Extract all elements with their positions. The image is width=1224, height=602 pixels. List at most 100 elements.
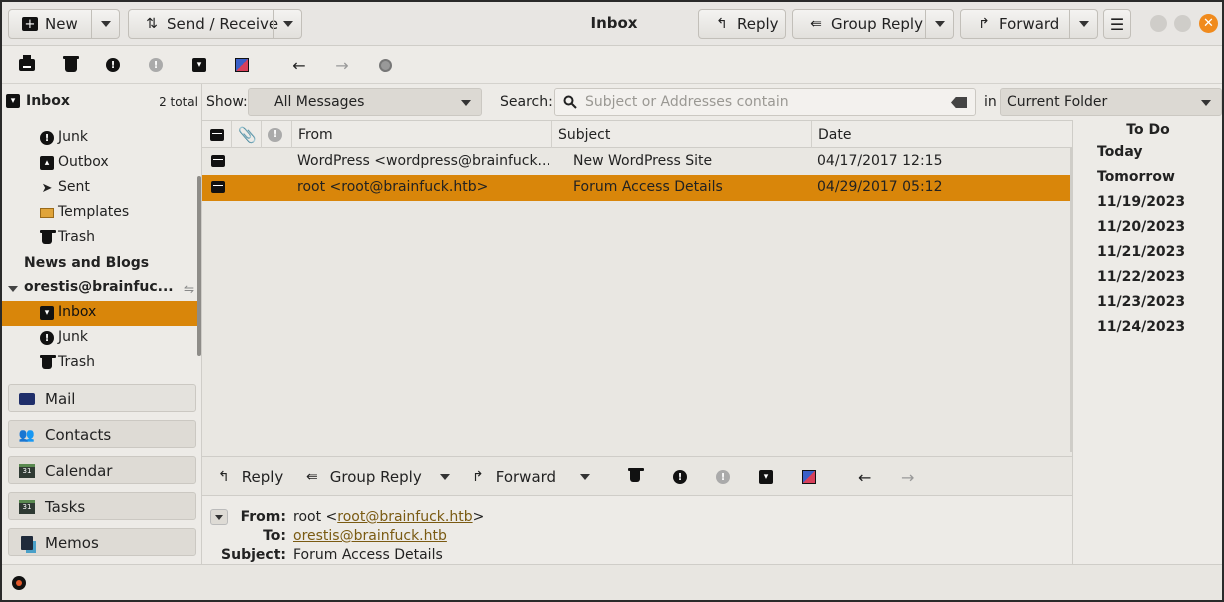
sidebar-item-outbox[interactable]: ▴ Outbox bbox=[2, 151, 200, 176]
mark-not-junk-button[interactable]: ! bbox=[147, 56, 165, 74]
sidebar-item-templates[interactable]: Templates bbox=[2, 201, 200, 226]
preview-next-button[interactable]: → bbox=[901, 468, 914, 487]
status-bar bbox=[2, 564, 1222, 600]
chevron-down-icon[interactable] bbox=[6, 282, 20, 296]
todo-item[interactable]: 11/24/2023 bbox=[1097, 319, 1185, 335]
preview-previous-button[interactable]: ← bbox=[858, 468, 871, 487]
print-button[interactable] bbox=[18, 55, 36, 74]
sidebar-item-account-inbox[interactable]: ▾ Inbox bbox=[2, 301, 200, 326]
minimize-button[interactable] bbox=[1150, 15, 1167, 32]
switcher-mail[interactable]: Mail bbox=[8, 384, 196, 412]
hamburger-icon: ☰ bbox=[1109, 14, 1125, 34]
switcher-memos[interactable]: Memos bbox=[8, 528, 196, 556]
column-status[interactable] bbox=[202, 121, 232, 148]
todo-item[interactable]: 11/19/2023 bbox=[1097, 194, 1185, 210]
arrow-left-icon: ← bbox=[292, 55, 306, 75]
preview-toolbar: ↰ Reply ⇚ Group Reply ↱ Forward ! ! ▾ ← … bbox=[202, 456, 1072, 496]
archive-button[interactable]: ▾ bbox=[190, 56, 208, 74]
to-email-link[interactable]: orestis@brainfuck.htb bbox=[293, 528, 447, 544]
column-attachment[interactable]: 📎 bbox=[232, 121, 262, 148]
preview-move-button[interactable] bbox=[802, 470, 816, 484]
column-date[interactable]: Date bbox=[812, 121, 1072, 148]
preview-junk-button[interactable]: ! bbox=[673, 470, 687, 484]
group-reply-button[interactable]: ⇚ Group Reply bbox=[792, 9, 954, 39]
todo-item[interactable]: 11/20/2023 bbox=[1097, 219, 1185, 235]
maximize-button[interactable] bbox=[1174, 15, 1191, 32]
next-button[interactable]: → bbox=[333, 55, 351, 75]
send-receive-button[interactable]: ⇅ Send / Receive bbox=[128, 9, 302, 39]
chevron-down-icon bbox=[282, 21, 293, 27]
mark-junk-button[interactable]: ! bbox=[104, 56, 122, 74]
todo-item[interactable]: 11/23/2023 bbox=[1097, 294, 1185, 310]
sidebar-item-sent[interactable]: ➤ Sent bbox=[2, 176, 200, 201]
todo-item[interactable]: Tomorrow bbox=[1097, 169, 1175, 185]
sidebar-scrollbar[interactable] bbox=[197, 176, 201, 356]
delete-button[interactable] bbox=[62, 56, 80, 74]
online-status-icon[interactable] bbox=[12, 576, 26, 590]
header-bar: + New ⇅ Send / Receive Inbox ↰ Reply ⇚ G… bbox=[2, 2, 1222, 46]
stop-button[interactable] bbox=[376, 56, 394, 74]
new-label: New bbox=[45, 15, 78, 33]
junk-icon: ! bbox=[673, 470, 687, 484]
forward-button[interactable]: ↱ Forward bbox=[960, 9, 1098, 39]
search-icon bbox=[563, 95, 577, 109]
switcher-tasks[interactable]: 31 Tasks bbox=[8, 492, 196, 520]
sidebar-item-account-trash[interactable]: Trash bbox=[2, 351, 200, 376]
preview-delete-button[interactable] bbox=[628, 468, 644, 482]
move-button[interactable] bbox=[233, 56, 251, 74]
reply-icon: ↰ bbox=[218, 469, 230, 485]
sidebar-item-junk[interactable]: ! Junk bbox=[2, 126, 200, 151]
tasks-icon: 31 bbox=[19, 500, 35, 514]
preview-archive-button[interactable]: ▾ bbox=[759, 470, 773, 484]
preview-forward-button[interactable]: ↱ Forward bbox=[472, 468, 556, 486]
sidebar-item-trash[interactable]: Trash bbox=[2, 226, 200, 251]
move-icon bbox=[235, 58, 249, 72]
sidebar-account[interactable]: orestis@brainfuc... ⇋ bbox=[2, 276, 200, 301]
preview-group-reply-button[interactable]: ⇚ Group Reply bbox=[306, 468, 422, 486]
sidebar-item-account-junk[interactable]: ! Junk bbox=[2, 326, 200, 351]
clear-search-icon[interactable] bbox=[951, 97, 967, 108]
todo-item[interactable]: 11/22/2023 bbox=[1097, 269, 1185, 285]
from-value: root <root@brainfuck.htb> bbox=[293, 509, 484, 525]
table-row[interactable]: root <root@brainfuck.htb> Forum Access D… bbox=[202, 175, 1072, 201]
switcher-contacts[interactable]: 👥 Contacts bbox=[8, 420, 196, 448]
column-importance[interactable]: ! bbox=[262, 121, 292, 148]
new-dropdown-button[interactable] bbox=[91, 10, 119, 38]
close-button[interactable]: ✕ bbox=[1199, 14, 1218, 33]
from-email-link[interactable]: root@brainfuck.htb bbox=[337, 509, 472, 525]
show-filter-select[interactable]: All Messages bbox=[248, 88, 482, 116]
new-button[interactable]: + New bbox=[8, 9, 120, 39]
previous-button[interactable]: ← bbox=[290, 55, 308, 75]
table-row[interactable]: WordPress <wordpress@brainfuck.... New W… bbox=[202, 149, 1072, 175]
group-news-and-blogs[interactable]: News and Blogs bbox=[24, 255, 149, 271]
group-reply-dropdown-button[interactable] bbox=[925, 10, 953, 38]
reply-button[interactable]: ↰ Reply bbox=[698, 9, 786, 39]
column-from[interactable]: From bbox=[292, 121, 552, 148]
sidebar-item-label: Outbox bbox=[58, 154, 109, 170]
close-icon: ✕ bbox=[1203, 16, 1214, 31]
preview-reply-button[interactable]: ↰ Reply bbox=[218, 468, 283, 486]
reply-icon: ↰ bbox=[716, 16, 728, 32]
inbox-icon: ▾ bbox=[6, 94, 20, 108]
preview-group-reply-dropdown[interactable] bbox=[440, 474, 450, 480]
sidebar-item-label: Junk bbox=[58, 129, 88, 145]
group-reply-icon: ⇚ bbox=[810, 16, 822, 32]
arrow-right-icon: → bbox=[335, 55, 349, 75]
column-subject[interactable]: Subject bbox=[552, 121, 812, 148]
menu-button[interactable]: ☰ bbox=[1103, 9, 1131, 39]
outbox-icon: ▴ bbox=[40, 156, 54, 170]
send-receive-dropdown-button[interactable] bbox=[273, 10, 301, 38]
todo-item[interactable]: Today bbox=[1097, 144, 1142, 160]
preview-forward-dropdown[interactable] bbox=[580, 474, 590, 480]
search-input[interactable]: Subject or Addresses contain bbox=[554, 88, 976, 116]
send-receive-icon: ⇅ bbox=[146, 16, 158, 32]
switcher-label: Tasks bbox=[45, 498, 86, 516]
forward-dropdown-button[interactable] bbox=[1069, 10, 1097, 38]
search-scope-select[interactable]: Current Folder bbox=[1000, 88, 1222, 116]
printer-icon bbox=[19, 55, 35, 71]
switcher-calendar[interactable]: 31 Calendar bbox=[8, 456, 196, 484]
preview-not-junk-button[interactable]: ! bbox=[716, 470, 730, 484]
todo-item[interactable]: 11/21/2023 bbox=[1097, 244, 1185, 260]
sidebar-item-label: Trash bbox=[58, 354, 95, 370]
chevron-down-icon bbox=[580, 474, 590, 480]
